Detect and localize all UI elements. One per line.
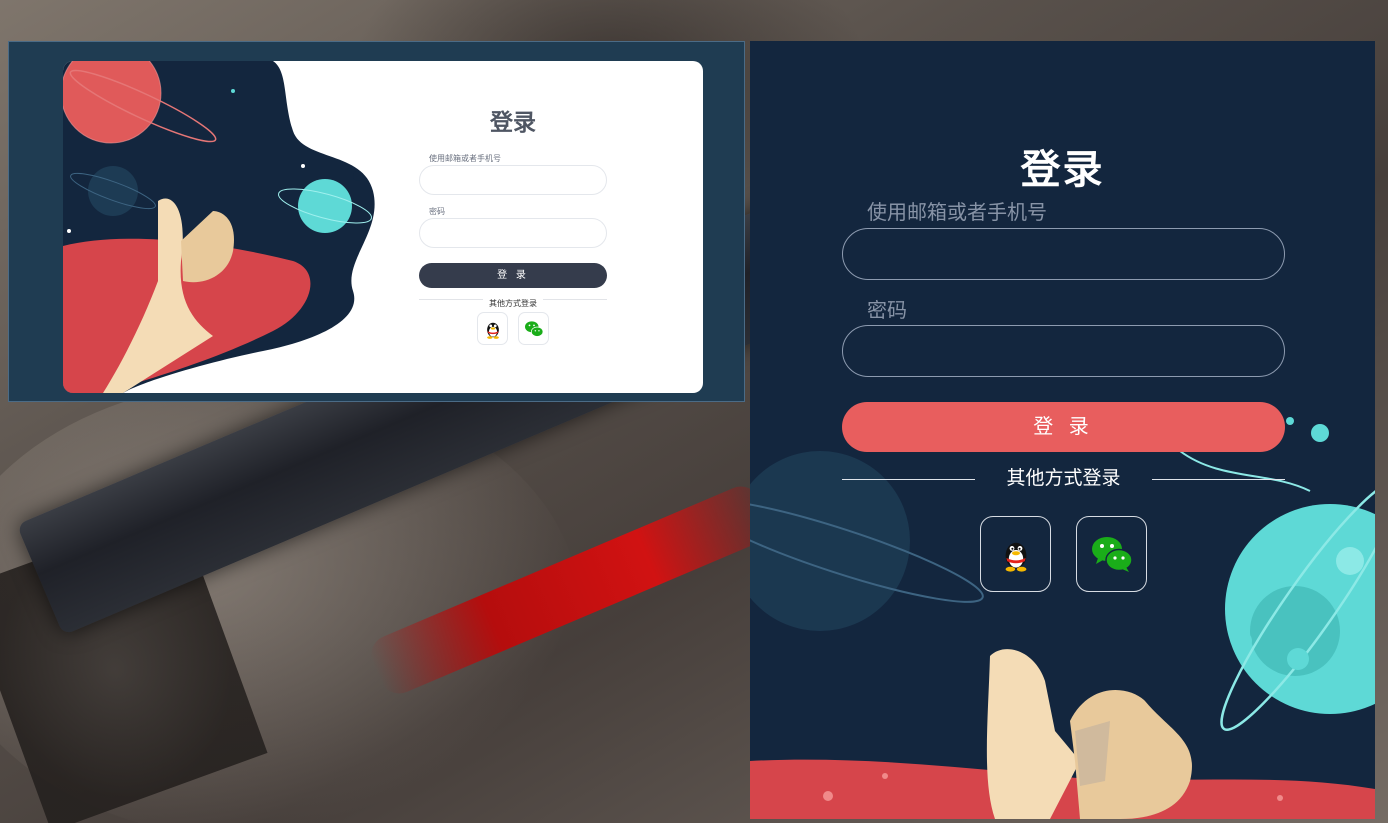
preview-title: 登录: [490, 109, 536, 135]
password-label: 密码: [867, 300, 907, 322]
preview-password-label: 密码: [429, 207, 445, 216]
preview-other-login-text: 其他方式登录: [483, 299, 543, 308]
other-login-text: 其他方式登录: [1006, 468, 1121, 489]
wechat-icon: [1091, 537, 1133, 572]
preview-password-input[interactable]: [419, 218, 607, 248]
qq-icon: [1005, 542, 1026, 572]
account-input[interactable]: [842, 228, 1285, 280]
wechat-icon: [524, 320, 543, 337]
preview-other-login-divider: 其他方式登录: [419, 293, 607, 308]
qq-login-button[interactable]: [980, 516, 1051, 592]
login-title: 登录: [1020, 148, 1105, 192]
space-illustration: [63, 61, 375, 393]
preview-login-form: 登录 使用邮箱或者手机号 密码 登 录 其他方式登录: [419, 61, 607, 393]
other-login-divider: 其他方式登录: [842, 467, 1285, 491]
wechat-login-button[interactable]: [1076, 516, 1147, 592]
preview-account-label: 使用邮箱或者手机号: [429, 154, 501, 163]
preview-qq-login-button[interactable]: [477, 312, 508, 345]
preview-wechat-login-button[interactable]: [518, 312, 549, 345]
login-panel: 登录 使用邮箱或者手机号 密码 登 录 其他方式登录: [750, 41, 1375, 819]
login-preview-window: 登录 使用邮箱或者手机号 密码 登 录 其他方式登录: [8, 41, 745, 402]
preview-card: 登录 使用邮箱或者手机号 密码 登 录 其他方式登录: [63, 61, 703, 393]
password-input[interactable]: [842, 325, 1285, 377]
qq-icon: [486, 322, 499, 339]
preview-login-button[interactable]: 登 录: [419, 263, 607, 288]
preview-account-input[interactable]: [419, 165, 607, 195]
login-button[interactable]: 登 录: [842, 402, 1285, 452]
account-label: 使用邮箱或者手机号: [867, 202, 1047, 224]
